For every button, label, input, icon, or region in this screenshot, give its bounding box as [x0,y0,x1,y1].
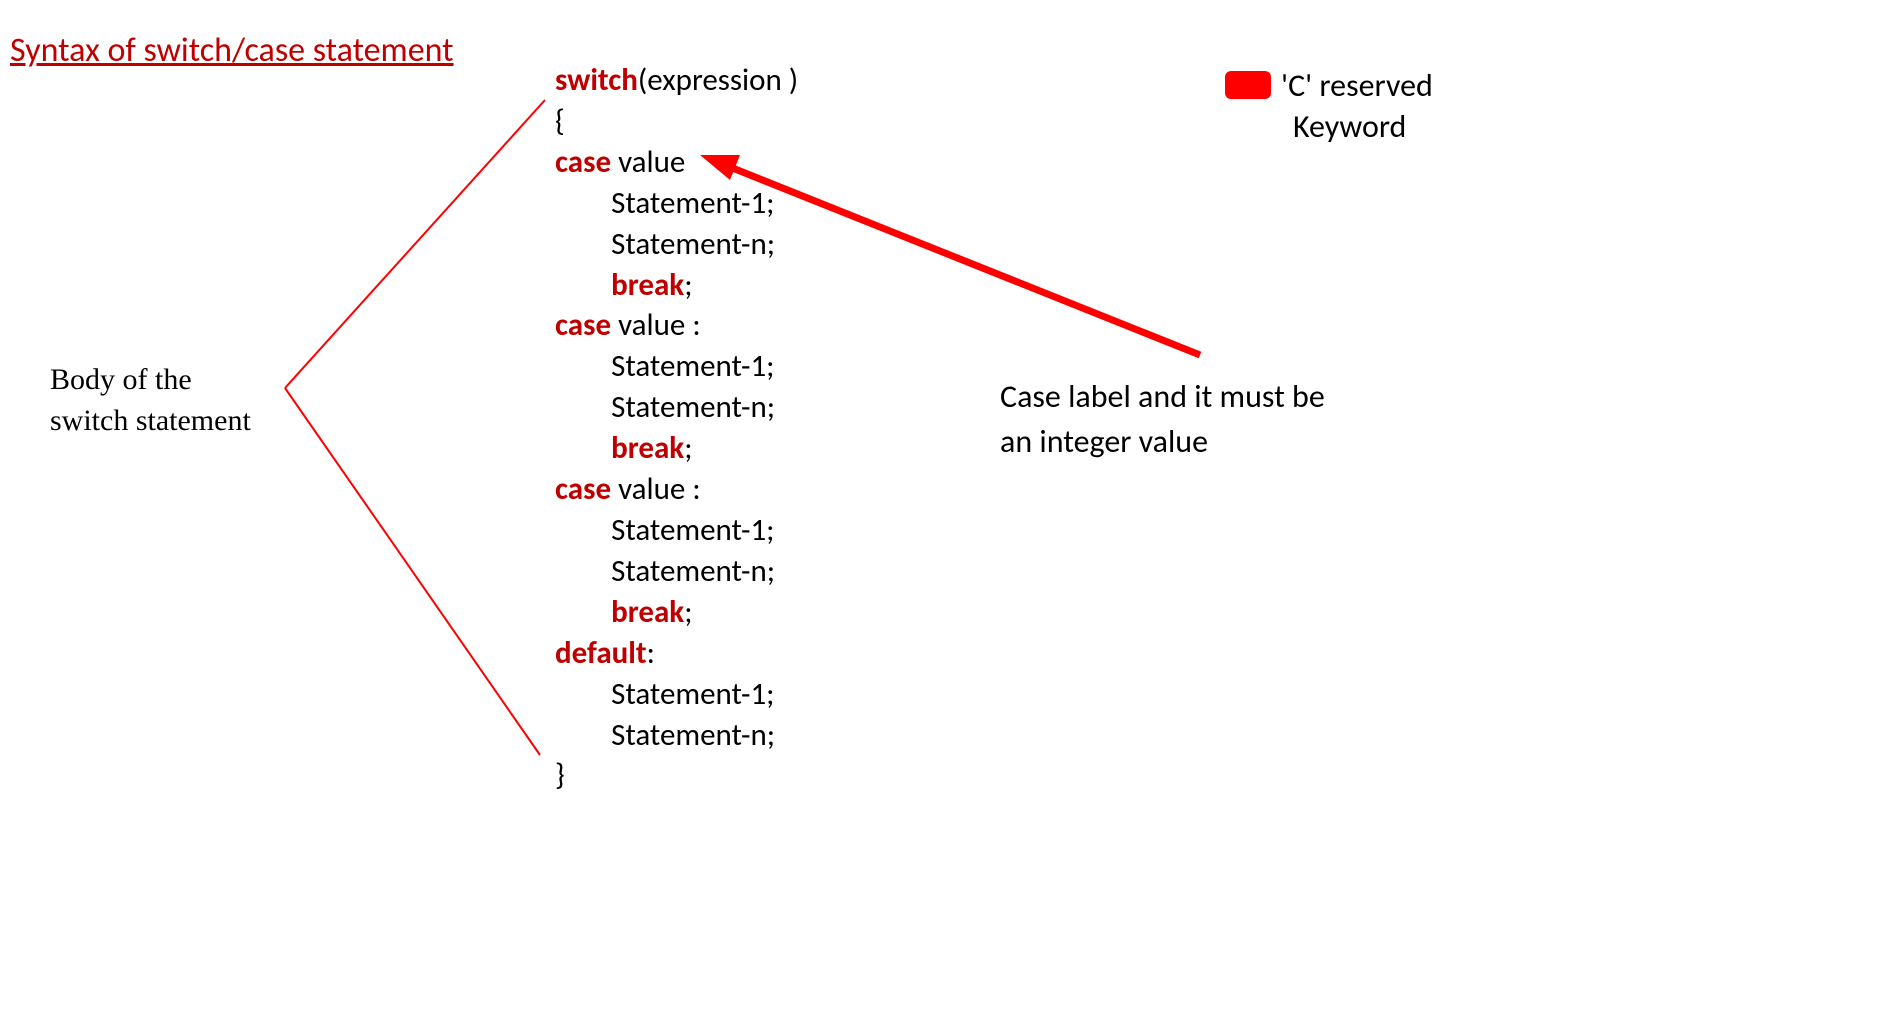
case-label-line2: an integer value [1000,420,1325,465]
body-arrow-top-line [285,100,545,388]
code-block: switch(expression ) { case value Stateme… [555,60,798,796]
code-default-colon: : [647,634,655,672]
code-semi-1: ; [684,266,692,304]
body-label: Body of the switch statement [50,360,251,441]
annotation-lines [0,0,1901,1021]
code-case-value-2: value : [611,306,701,344]
code-semi-2: ; [684,429,692,467]
keyword-break-1: break [611,266,684,304]
case-label-annotation: Case label and it must be an integer val… [1000,375,1325,465]
code-stmt1-3: Statement-1; [611,511,774,549]
code-stmtn-3: Statement-n; [611,552,775,590]
keyword-case-1: case [555,143,611,181]
legend-swatch [1225,71,1271,99]
code-semi-3: ; [684,593,692,631]
keyword-switch: switch [555,61,638,99]
diagram-title: Syntax of switch/case statement [10,30,454,71]
code-stmtn-2: Statement-n; [611,388,775,426]
keyword-case-3: case [555,470,611,508]
code-stmt1-d: Statement-1; [611,675,774,713]
code-brace-open: { [555,102,565,140]
code-stmt1-1: Statement-1; [611,184,774,222]
code-brace-close: } [555,756,565,794]
keyword-case-2: case [555,306,611,344]
code-case-value-3: value : [611,470,701,508]
body-arrow-bottom-line [285,388,540,755]
legend-text-line2: Keyword [1293,106,1433,148]
code-case-value-1: value [611,143,685,181]
legend-text-line1: 'C' reserved [1281,65,1433,107]
body-label-line1: Body of the [50,360,251,401]
code-stmt1-2: Statement-1; [611,347,774,385]
keyword-default: default [555,634,647,672]
code-stmtn-d: Statement-n; [611,716,775,754]
legend: 'C' reserved Keyword [1225,62,1433,148]
keyword-break-3: break [611,593,684,631]
code-stmtn-1: Statement-n; [611,225,775,263]
keyword-break-2: break [611,429,684,467]
code-expression: (expression ) [638,61,798,99]
body-label-line2: switch statement [50,401,251,442]
case-label-line1: Case label and it must be [1000,375,1325,420]
